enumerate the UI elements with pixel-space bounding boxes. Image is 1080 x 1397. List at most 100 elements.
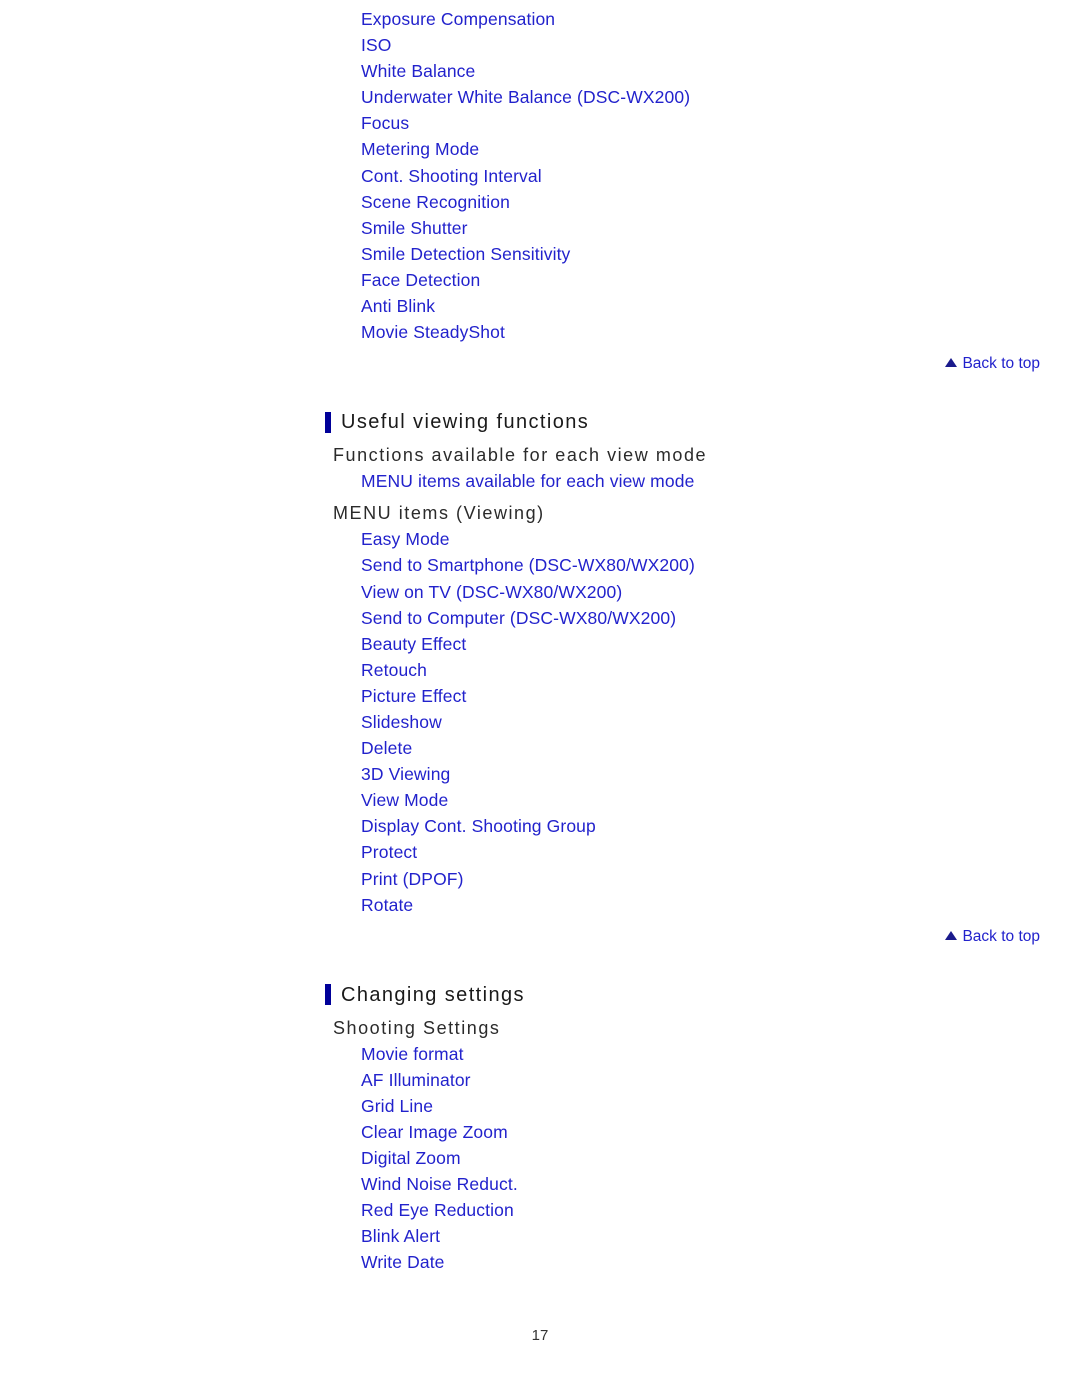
- subheading-shooting-settings: Shooting Settings: [333, 1017, 501, 1038]
- link-rotate[interactable]: Rotate: [361, 892, 1060, 918]
- link-smile-detection-sensitivity[interactable]: Smile Detection Sensitivity: [361, 241, 1060, 267]
- list-item: Beauty Effect: [361, 631, 1060, 657]
- link-red-eye-reduction[interactable]: Red Eye Reduction: [361, 1197, 1060, 1223]
- list-item: Delete: [361, 735, 1060, 761]
- list-item: Retouch: [361, 657, 1060, 683]
- link-af-illuminator[interactable]: AF Illuminator: [361, 1067, 1060, 1093]
- link-send-to-computer-dsc-wx80-wx200[interactable]: Send to Computer (DSC-WX80/WX200): [361, 605, 1060, 631]
- link-underwater-white-balance-dsc-wx200[interactable]: Underwater White Balance (DSC-WX200): [361, 84, 1060, 110]
- triangle-up-icon: [945, 358, 958, 368]
- link-print-dpof[interactable]: Print (DPOF): [361, 866, 1060, 892]
- link-movie-steadyshot[interactable]: Movie SteadyShot: [361, 319, 1060, 345]
- accent-bar: [325, 411, 331, 433]
- spacer-before-back-to-top-2: [325, 918, 1060, 927]
- list-item: Protect: [361, 839, 1060, 865]
- list-item: Focus: [361, 110, 1060, 136]
- link-send-to-smartphone-dsc-wx80-wx200[interactable]: Send to Smartphone (DSC-WX80/WX200): [361, 552, 1060, 578]
- page-content: Exposure Compensation ISO White Balance Und…: [325, 0, 1060, 1276]
- list-item: Grid Line: [361, 1093, 1060, 1119]
- back-to-top-row-2: Back to top: [325, 927, 1060, 947]
- back-to-top-link-2[interactable]: Back to top: [945, 927, 1040, 947]
- link-beauty-effect[interactable]: Beauty Effect: [361, 631, 1060, 657]
- list-item: Face Detection: [361, 267, 1060, 293]
- list-item: Send to Smartphone (DSC-WX80/WX200): [361, 552, 1060, 578]
- link-movie-format[interactable]: Movie format: [361, 1041, 1060, 1067]
- link-focus[interactable]: Focus: [361, 110, 1060, 136]
- list-item: Rotate: [361, 892, 1060, 918]
- list-item: Cont. Shooting Interval: [361, 163, 1060, 189]
- list-item: ISO: [361, 32, 1060, 58]
- link-scene-recognition[interactable]: Scene Recognition: [361, 189, 1060, 215]
- list-item: Anti Blink: [361, 293, 1060, 319]
- list-item: Smile Detection Sensitivity: [361, 241, 1060, 267]
- list-item: Send to Computer (DSC-WX80/WX200): [361, 605, 1060, 631]
- link-view-on-tv-dsc-wx80-wx200[interactable]: View on TV (DSC-WX80/WX200): [361, 579, 1060, 605]
- link-iso[interactable]: ISO: [361, 32, 1060, 58]
- link-smile-shutter[interactable]: Smile Shutter: [361, 215, 1060, 241]
- link-write-date[interactable]: Write Date: [361, 1249, 1060, 1275]
- link-white-balance[interactable]: White Balance: [361, 58, 1060, 84]
- list-item: Scene Recognition: [361, 189, 1060, 215]
- list-item: Metering Mode: [361, 136, 1060, 162]
- list-item: Blink Alert: [361, 1223, 1060, 1249]
- link-metering-mode[interactable]: Metering Mode: [361, 136, 1060, 162]
- link-digital-zoom[interactable]: Digital Zoom: [361, 1145, 1060, 1171]
- section-heading-changing-settings: Changing settings: [325, 983, 1060, 1007]
- link-easy-mode[interactable]: Easy Mode: [361, 526, 1060, 552]
- link-face-detection[interactable]: Face Detection: [361, 267, 1060, 293]
- back-to-top-row-1: Back to top: [325, 354, 1060, 374]
- list-item: View Mode: [361, 787, 1060, 813]
- link-anti-blink[interactable]: Anti Blink: [361, 293, 1060, 319]
- link-picture-effect[interactable]: Picture Effect: [361, 683, 1060, 709]
- link-wind-noise-reduct[interactable]: Wind Noise Reduct.: [361, 1171, 1060, 1197]
- list-item: AF Illuminator: [361, 1067, 1060, 1093]
- list-item: Movie format: [361, 1041, 1060, 1067]
- shooting-menu-link-list: Exposure Compensation ISO White Balance Und…: [325, 6, 1060, 345]
- link-exposure-compensation[interactable]: Exposure Compensation: [361, 6, 1060, 32]
- list-item: Write Date: [361, 1249, 1060, 1275]
- subheading-functions-available: Functions available for each view mode: [333, 445, 708, 466]
- link-slideshow[interactable]: Slideshow: [361, 709, 1060, 735]
- list-item: MENU items available for each view mode: [361, 468, 1060, 494]
- link-grid-line[interactable]: Grid Line: [361, 1093, 1060, 1119]
- list-item: White Balance: [361, 58, 1060, 84]
- list-item: 3D Viewing: [361, 761, 1060, 787]
- useful-viewing-sublink-list: MENU items available for each view mode: [325, 468, 1060, 494]
- list-item: Movie SteadyShot: [361, 319, 1060, 345]
- spacer-before-useful-viewing: [325, 374, 1060, 410]
- list-item: Red Eye Reduction: [361, 1197, 1060, 1223]
- spacer-before-changing-settings: [325, 947, 1060, 983]
- list-item: Print (DPOF): [361, 866, 1060, 892]
- list-item: Underwater White Balance (DSC-WX200): [361, 84, 1060, 110]
- list-item: Easy Mode: [361, 526, 1060, 552]
- section-heading-label: Useful viewing functions: [341, 411, 590, 434]
- link-clear-image-zoom[interactable]: Clear Image Zoom: [361, 1119, 1060, 1145]
- link-menu-items-available-for-each-view-mode[interactable]: MENU items available for each view mode: [361, 468, 1060, 494]
- section-heading-label: Changing settings: [341, 983, 525, 1006]
- viewing-menu-link-list: Easy Mode Send to Smartphone (DSC-WX80/WX…: [325, 526, 1060, 917]
- list-item: Exposure Compensation: [361, 6, 1060, 32]
- link-protect[interactable]: Protect: [361, 839, 1060, 865]
- shooting-settings-link-list: Movie format AF Illuminator Grid Line Clear…: [325, 1041, 1060, 1276]
- document-page: Exposure Compensation ISO White Balance Und…: [0, 0, 1080, 1397]
- link-view-mode[interactable]: View Mode: [361, 787, 1060, 813]
- list-item: Slideshow: [361, 709, 1060, 735]
- back-to-top-link-1[interactable]: Back to top: [945, 354, 1040, 374]
- link-3d-viewing[interactable]: 3D Viewing: [361, 761, 1060, 787]
- section-heading-useful-viewing: Useful viewing functions: [325, 410, 1060, 434]
- accent-bar: [325, 984, 331, 1006]
- spacer-useful-viewing-sub1: [325, 434, 1060, 442]
- link-blink-alert[interactable]: Blink Alert: [361, 1223, 1060, 1249]
- spacer-before-back-to-top-1: [325, 345, 1060, 354]
- spacer-changing-settings-sub1: [325, 1007, 1060, 1015]
- list-item: View on TV (DSC-WX80/WX200): [361, 579, 1060, 605]
- link-display-cont-shooting-group[interactable]: Display Cont. Shooting Group: [361, 813, 1060, 839]
- list-item: Digital Zoom: [361, 1145, 1060, 1171]
- link-cont-shooting-interval[interactable]: Cont. Shooting Interval: [361, 163, 1060, 189]
- page-number: 17: [531, 1327, 549, 1344]
- back-to-top-label: Back to top: [962, 355, 1040, 373]
- link-delete[interactable]: Delete: [361, 735, 1060, 761]
- link-retouch[interactable]: Retouch: [361, 657, 1060, 683]
- list-item: Wind Noise Reduct.: [361, 1171, 1060, 1197]
- triangle-up-icon: [945, 930, 958, 940]
